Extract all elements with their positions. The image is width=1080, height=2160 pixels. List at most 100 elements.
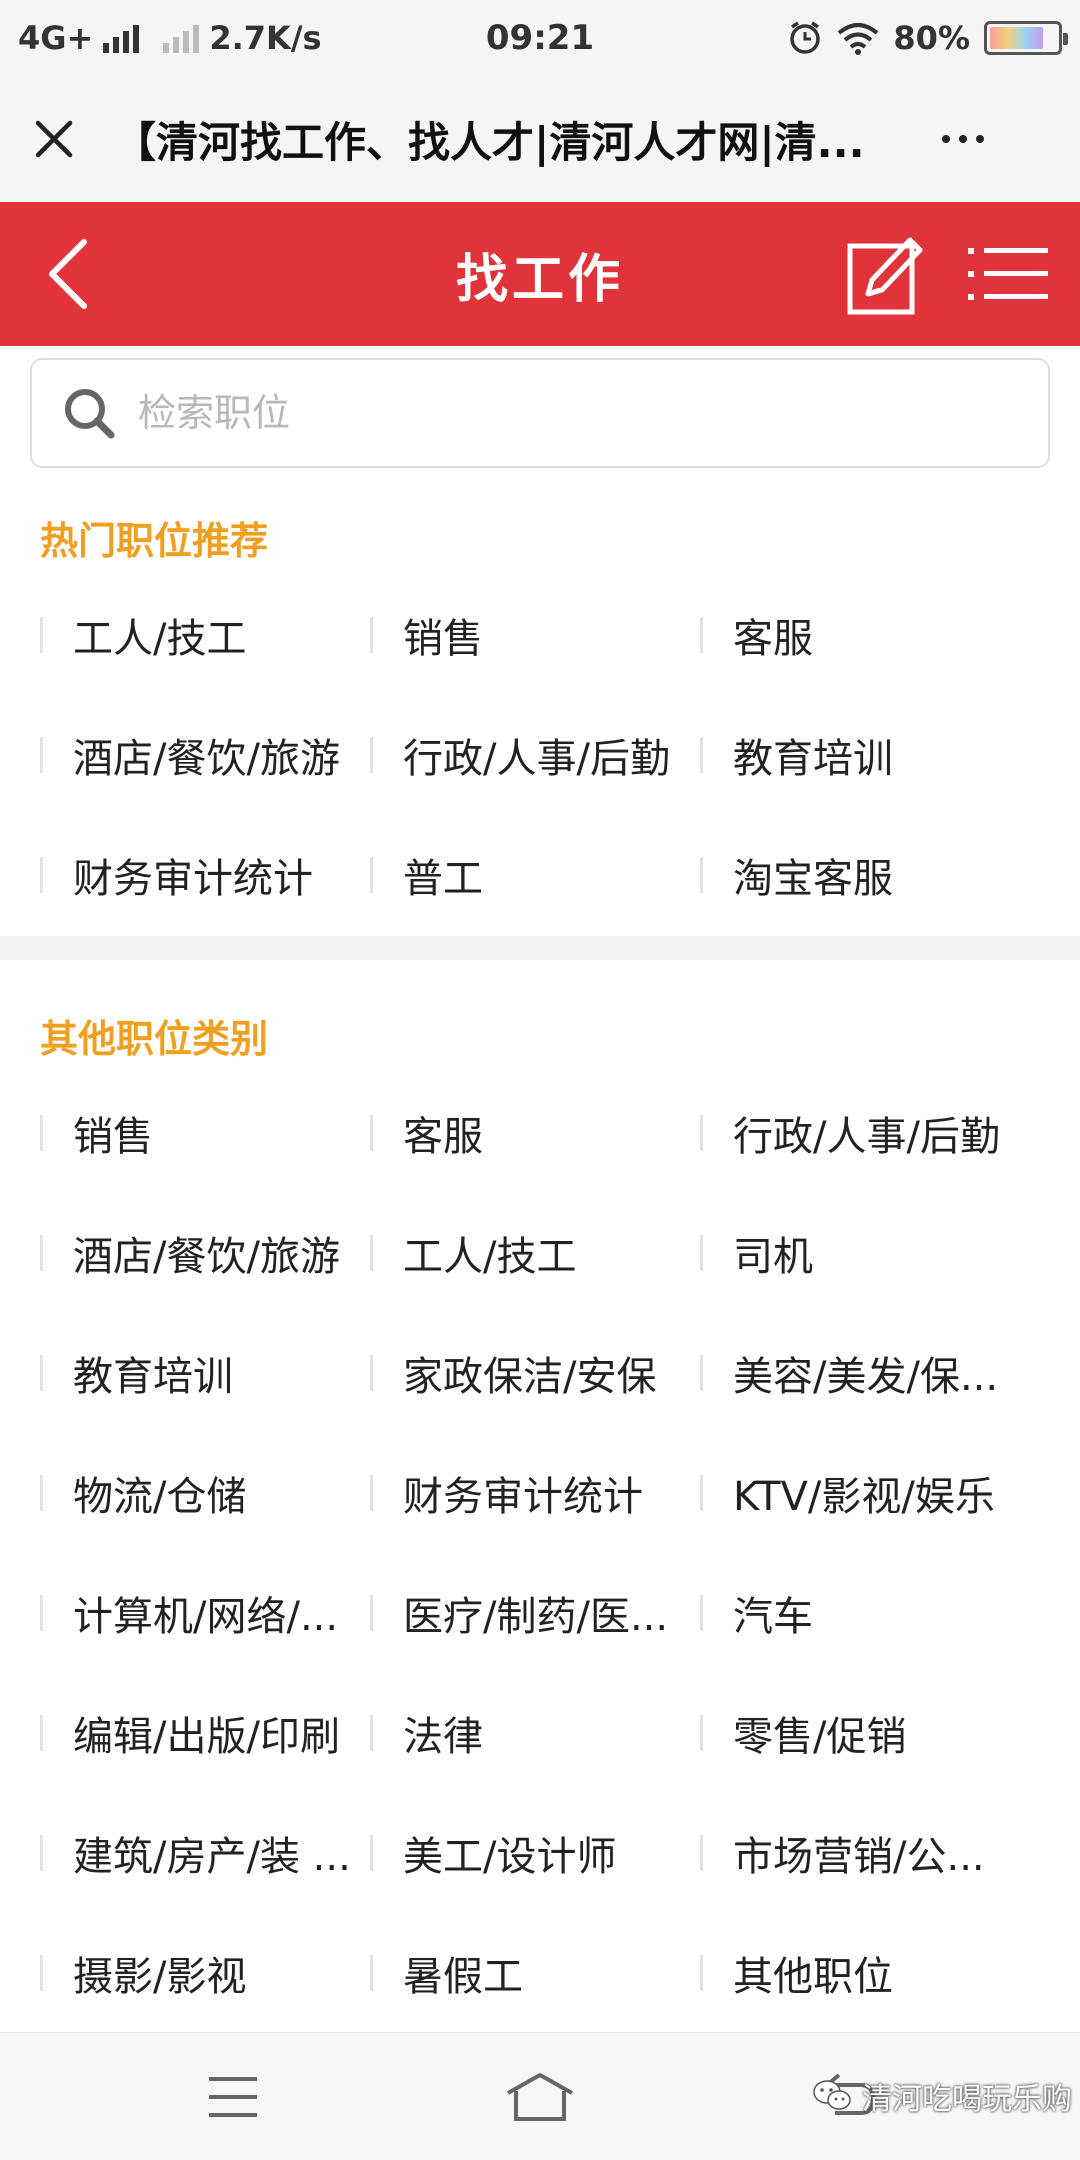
job-category-item[interactable]: 销售	[40, 1073, 370, 1193]
job-category-label: 财务审计统计	[73, 856, 313, 902]
job-category-item[interactable]: 教育培训	[40, 1313, 370, 1433]
separator-bar	[40, 617, 43, 653]
back-button[interactable]	[40, 238, 100, 310]
job-category-item[interactable]: 美工/设计师	[370, 1793, 700, 1913]
network-type: 4G+	[18, 19, 94, 57]
separator-bar	[40, 857, 43, 893]
separator-bar	[40, 1715, 43, 1751]
wechat-icon	[813, 2080, 851, 2110]
watermark: 清河吃喝玩乐购	[812, 2074, 1072, 2118]
job-category-label: 行政/人事/后勤	[403, 736, 670, 782]
job-category-item[interactable]: 建筑/房产/装 ...	[40, 1793, 370, 1913]
job-category-item[interactable]: 汽车	[700, 1553, 1080, 1673]
job-category-label: 酒店/餐饮/旅游	[73, 1234, 340, 1280]
job-category-item[interactable]: 医疗/制药/医...	[370, 1553, 700, 1673]
job-category-label: 客服	[403, 1114, 483, 1160]
job-category-label: 摄影/影视	[73, 1954, 247, 2000]
job-category-label: 物流/仓储	[73, 1474, 247, 1520]
job-category-label: 工人/技工	[403, 1234, 577, 1280]
job-category-item[interactable]: 家政保洁/安保	[370, 1313, 700, 1433]
menu-button[interactable]	[966, 242, 1050, 306]
job-category-label: 销售	[73, 1114, 153, 1160]
job-category-label: 酒店/餐饮/旅游	[73, 736, 340, 782]
separator-bar	[40, 1595, 43, 1631]
more-dot-icon	[976, 135, 984, 143]
job-category-item[interactable]: 编辑/出版/印刷	[40, 1673, 370, 1793]
hot-section-title: 热门职位推荐	[40, 519, 269, 563]
job-category-item[interactable]: 行政/人事/后勤	[700, 1073, 1080, 1193]
separator-bar	[370, 1595, 373, 1631]
job-category-label: 市场营销/公...	[733, 1834, 985, 1880]
job-category-label: 家政保洁/安保	[403, 1354, 657, 1400]
job-category-label: 工人/技工	[73, 616, 247, 662]
signal-icon	[103, 23, 140, 53]
job-category-item[interactable]: 其他职位	[700, 1913, 1080, 2033]
job-category-label: 零售/促销	[733, 1714, 907, 1760]
separator-bar	[40, 1235, 43, 1271]
job-category-item[interactable]: KTV/影视/娱乐	[700, 1433, 1080, 1553]
job-category-label: 教育培训	[733, 736, 893, 782]
separator-bar	[370, 1115, 373, 1151]
job-category-item[interactable]: 摄影/影视	[40, 1913, 370, 2033]
other-jobs-grid: 销售 客服 行政/人事/后勤酒店/餐饮/旅游 工人/技工 司机教育培训 家政保洁/安保 美容…	[0, 1073, 1080, 2033]
job-category-item[interactable]: 客服	[370, 1073, 700, 1193]
job-category-item[interactable]: 客服	[700, 575, 1080, 695]
separator-bar	[700, 1955, 703, 1991]
separator-bar	[700, 1235, 703, 1271]
separator-bar	[700, 1595, 703, 1631]
job-category-item[interactable]: 工人/技工	[370, 1193, 700, 1313]
job-category-item[interactable]: 财务审计统计	[40, 815, 370, 935]
job-category-label: 行政/人事/后勤	[733, 1114, 1000, 1160]
job-category-item[interactable]: 教育培训	[700, 695, 1080, 815]
nav-menu-button[interactable]	[193, 2067, 273, 2127]
job-category-item[interactable]: 法律	[370, 1673, 700, 1793]
close-button[interactable]	[30, 115, 78, 163]
close-icon	[35, 120, 73, 158]
job-category-item[interactable]: 淘宝客服	[700, 815, 1080, 935]
job-category-item[interactable]: 工人/技工	[40, 575, 370, 695]
more-button[interactable]	[914, 135, 984, 143]
job-category-item[interactable]: 销售	[370, 575, 700, 695]
job-category-item[interactable]: 物流/仓储	[40, 1433, 370, 1553]
job-category-item[interactable]: 酒店/餐饮/旅游	[40, 1193, 370, 1313]
separator-bar	[370, 1235, 373, 1271]
job-category-label: 法律	[403, 1714, 483, 1760]
job-category-item[interactable]: 财务审计统计	[370, 1433, 700, 1553]
alarm-icon	[790, 21, 821, 54]
status-time: 09:21	[485, 18, 595, 58]
job-category-item[interactable]: 普工	[370, 815, 700, 935]
job-category-item[interactable]: 行政/人事/后勤	[370, 695, 700, 815]
status-left: 4G+ 2.7K/s	[18, 19, 398, 57]
search-input[interactable]	[138, 391, 998, 435]
job-category-label: 汽车	[733, 1594, 813, 1640]
job-category-item[interactable]: 酒店/餐饮/旅游	[40, 695, 370, 815]
job-category-item[interactable]: 计算机/网络/...	[40, 1553, 370, 1673]
job-category-label: 销售	[403, 616, 483, 662]
battery-percent: 80%	[893, 19, 970, 57]
separator-bar	[370, 1355, 373, 1391]
job-category-item[interactable]: 市场营销/公...	[700, 1793, 1080, 1913]
edit-button[interactable]	[846, 232, 926, 316]
search-box[interactable]	[30, 358, 1050, 468]
job-category-label: 建筑/房产/装 ...	[73, 1834, 351, 1880]
separator-bar	[700, 1355, 703, 1391]
signal-secondary-icon	[163, 23, 200, 53]
watermark-text: 清河吃喝玩乐购	[862, 2082, 1072, 2117]
job-category-item[interactable]: 零售/促销	[700, 1673, 1080, 1793]
job-category-item[interactable]: 司机	[700, 1193, 1080, 1313]
network-speed: 2.7K/s	[209, 19, 322, 57]
job-category-item[interactable]: 暑假工	[370, 1913, 700, 2033]
nav-home-button[interactable]	[500, 2067, 580, 2127]
job-category-label: 美工/设计师	[403, 1834, 617, 1880]
job-category-label: 暑假工	[403, 1954, 523, 2000]
separator-bar	[40, 1835, 43, 1871]
separator-bar	[40, 1955, 43, 1991]
job-category-label: 其他职位	[733, 1954, 893, 2000]
separator-bar	[370, 737, 373, 773]
separator-bar	[700, 1115, 703, 1151]
separator-bar	[370, 1955, 373, 1991]
separator-bar	[370, 1715, 373, 1751]
job-category-label: 淘宝客服	[733, 856, 893, 902]
separator-bar	[40, 737, 43, 773]
job-category-item[interactable]: 美容/美发/保...	[700, 1313, 1080, 1433]
